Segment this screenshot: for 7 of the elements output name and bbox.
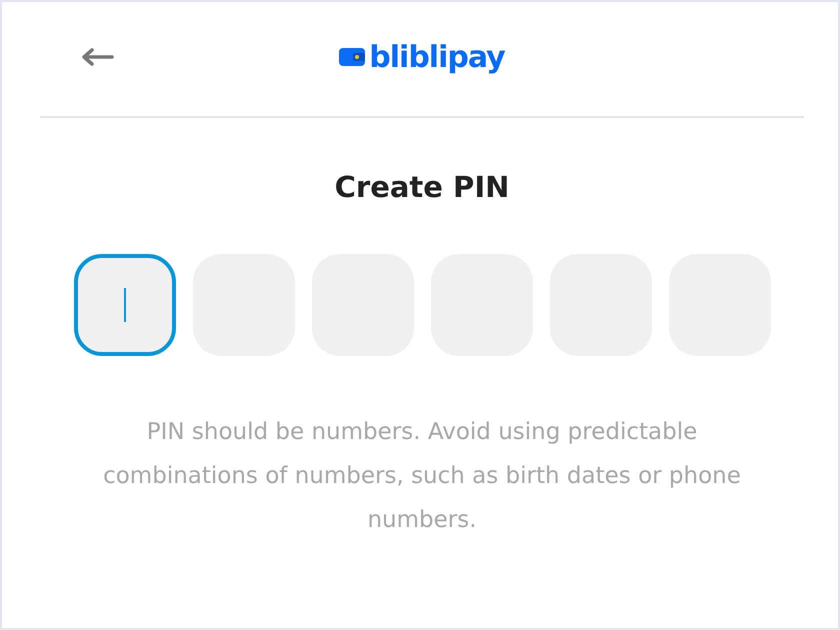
pin-input-field[interactable] (74, 254, 176, 356)
page-title: Create PIN (334, 170, 510, 204)
logo-text: bliblipay (369, 40, 505, 74)
hint-text: PIN should be numbers. Avoid using predictable combinations of numbers, such as birth dates or phone numbers. (102, 418, 742, 535)
back-button[interactable] (80, 47, 114, 67)
wallet-icon (339, 47, 366, 67)
back-arrow-icon (80, 47, 114, 67)
